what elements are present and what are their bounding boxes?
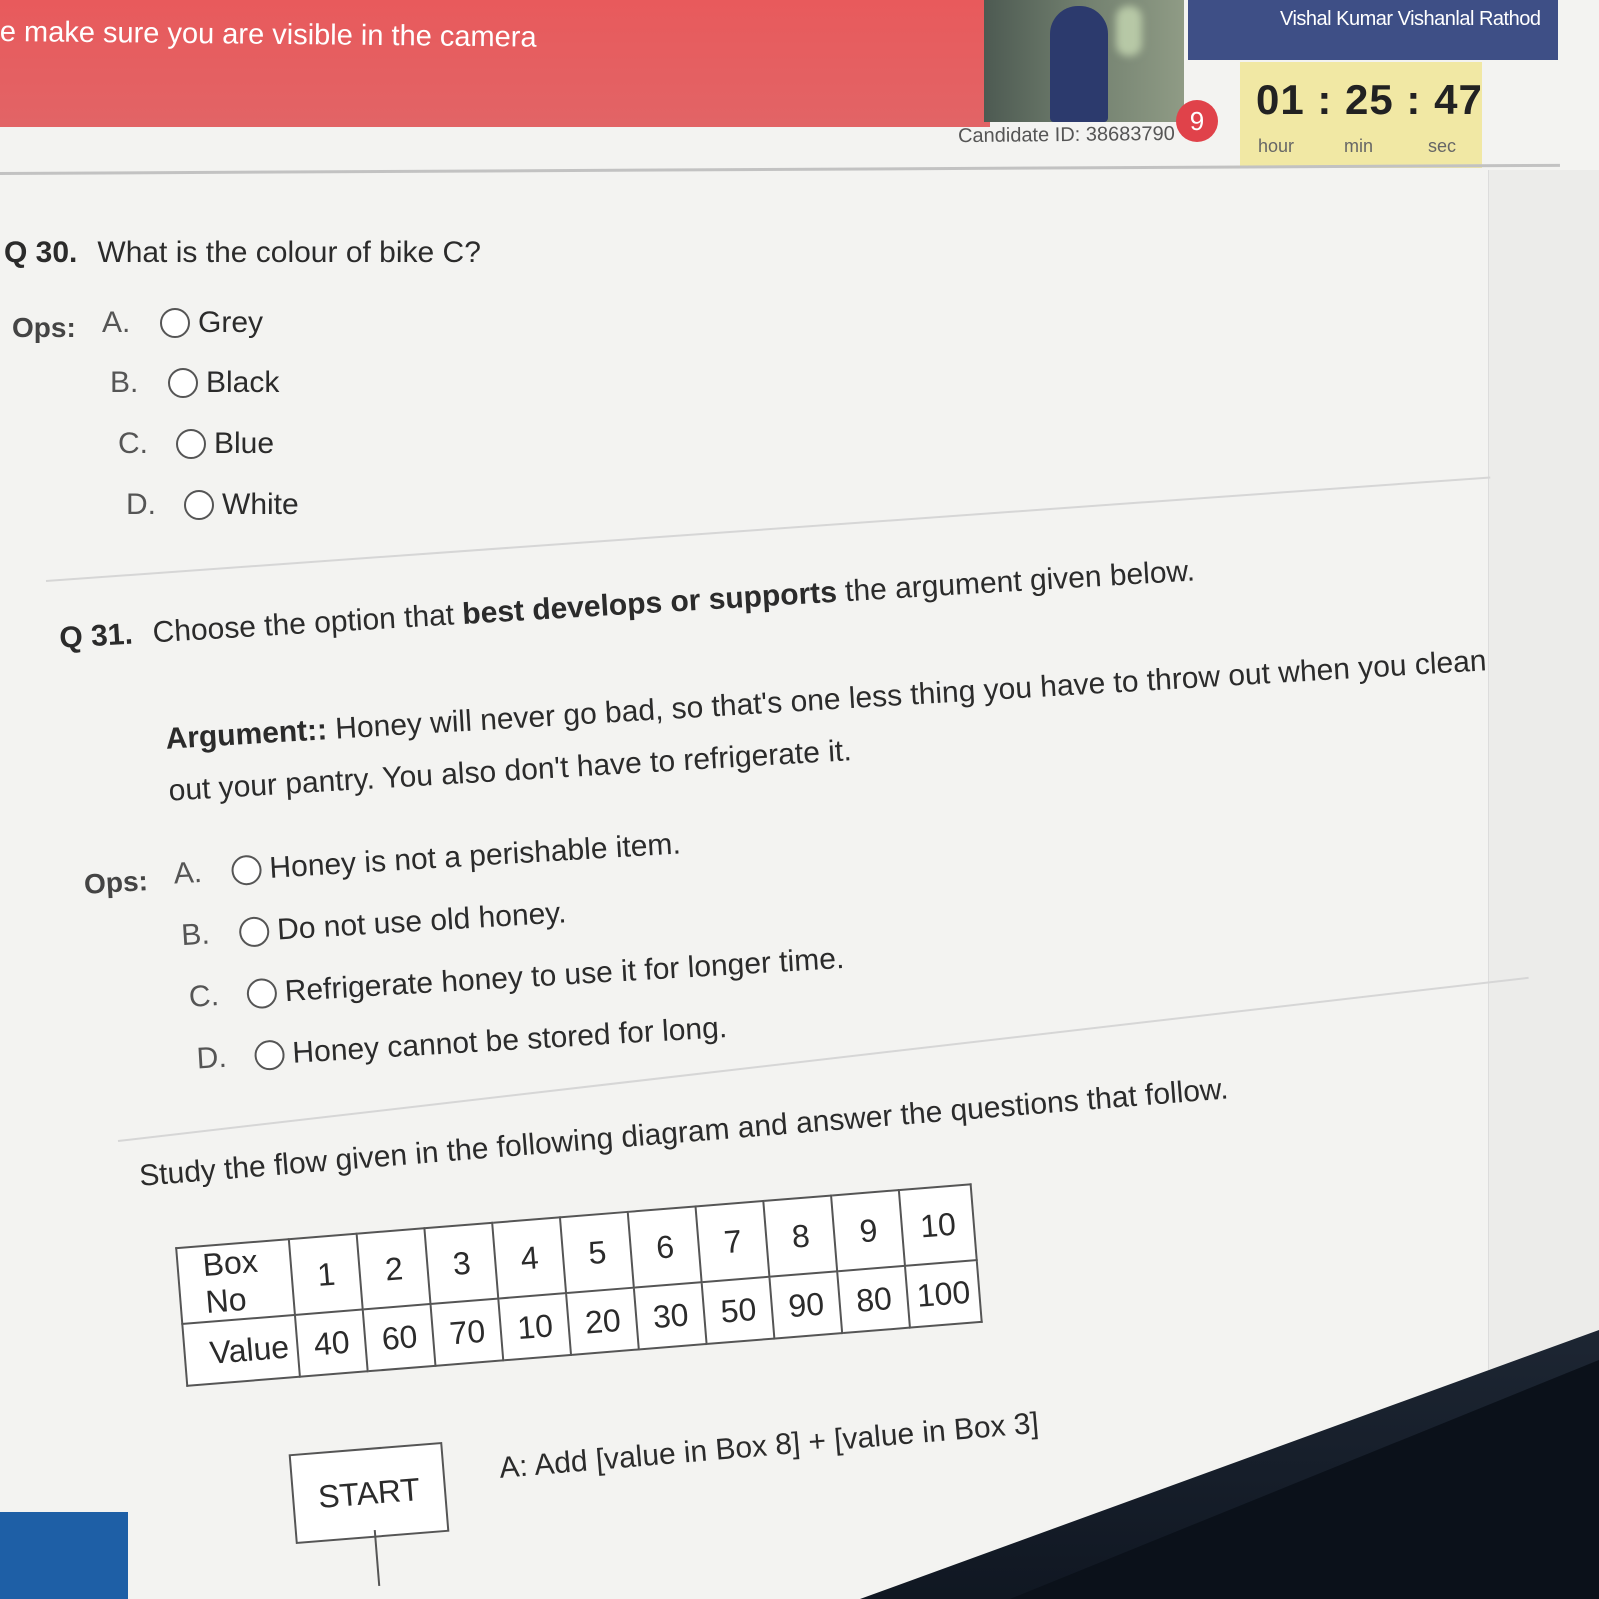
- box-value-cell: 70: [430, 1298, 504, 1366]
- taskbar-corner: [0, 1512, 128, 1599]
- box-number-cell: 1: [289, 1233, 364, 1315]
- q30-option-c[interactable]: C. Blue: [118, 427, 274, 461]
- box-number-cell: 6: [628, 1206, 703, 1288]
- q30-ops-label: Ops:: [12, 312, 76, 343]
- q31-option-b[interactable]: B. Do not use old honey.: [180, 896, 567, 953]
- q31-option-d[interactable]: D. Honey cannot be stored for long.: [196, 1011, 728, 1076]
- q30-option-c-letter: C.: [118, 427, 148, 460]
- q30-option-a-letter: A.: [102, 306, 131, 339]
- box-value-table: Box No 1 2 3 4 5 6 7 8 9 10 Value 40 60 …: [175, 1183, 983, 1387]
- q31-option-d-letter: D.: [195, 1040, 228, 1076]
- q31-ops-label: Ops:: [83, 865, 149, 900]
- q30-option-b-letter: B.: [110, 366, 139, 399]
- question-31-text-bold: best develops or supports: [461, 575, 838, 631]
- box-value-cell: 10: [498, 1293, 572, 1361]
- q31-option-a[interactable]: A. Honey is not a perishable item.: [173, 827, 682, 891]
- q31-option-b-letter: B.: [180, 917, 211, 953]
- question-30-number: Q 30.: [4, 236, 78, 269]
- box-value-cell: 20: [566, 1287, 640, 1355]
- q31-option-a-letter: A.: [172, 855, 203, 891]
- flow-step-a: A: Add [value in Box 8] + [value in Box …: [498, 1406, 1041, 1485]
- box-number-cell: 8: [763, 1195, 838, 1277]
- box-value-cell: 50: [702, 1276, 775, 1344]
- q31-option-a-radio[interactable]: [230, 854, 263, 887]
- q30-option-b-text: Black: [206, 366, 280, 399]
- q31-option-c-radio[interactable]: [246, 977, 278, 1010]
- q30-option-b[interactable]: B. Black: [110, 366, 279, 400]
- question-31-prompt: Q 31. Choose the option that best develop…: [58, 554, 1195, 655]
- box-number-cell: 10: [899, 1184, 977, 1266]
- q31-option-c-letter: C.: [188, 979, 220, 1014]
- q30-option-d-radio[interactable]: [184, 490, 214, 520]
- q30-option-d[interactable]: D. White: [126, 488, 299, 522]
- box-number-cell: 4: [492, 1217, 567, 1299]
- q30-option-d-text: White: [222, 488, 299, 521]
- flow-arrow: [373, 1530, 381, 1586]
- argument-text: Honey will never go bad, so that's one l…: [167, 644, 1488, 808]
- q31-option-c[interactable]: C. Refrigerate honey to use it for longer…: [188, 942, 845, 1015]
- box-number-cell: 2: [357, 1228, 431, 1310]
- flow-instruction: Study the flow given in the following di…: [138, 1072, 1230, 1193]
- value-header: Value: [182, 1314, 301, 1386]
- box-number-cell: 9: [831, 1190, 906, 1272]
- box-number-cell: 5: [560, 1211, 635, 1294]
- box-value-cell: 40: [295, 1309, 369, 1377]
- q30-option-a-text: Grey: [198, 306, 264, 339]
- q30-option-c-text: Blue: [214, 427, 275, 460]
- q30-option-b-radio[interactable]: [168, 368, 198, 398]
- box-no-header: Box No: [176, 1239, 296, 1324]
- question-30-text: What is the colour of bike C?: [97, 236, 481, 269]
- q30-option-a[interactable]: A. Grey: [102, 306, 263, 340]
- question-31-argument: Argument:: Honey will never go bad, so t…: [164, 633, 1528, 817]
- box-value-cell: 60: [363, 1303, 436, 1372]
- question-31-text-before: Choose the option that: [151, 597, 464, 650]
- q31-option-c-text: Refrigerate honey to use it for longer t…: [283, 941, 846, 1009]
- q30-option-c-radio[interactable]: [176, 429, 206, 459]
- box-number-cell: 7: [695, 1200, 770, 1283]
- question-31-number: Q 31.: [58, 617, 134, 655]
- q31-option-b-text: Do not use old honey.: [276, 896, 568, 947]
- q30-option-a-radio[interactable]: [160, 308, 190, 338]
- q31-option-a-text: Honey is not a perishable item.: [268, 827, 682, 885]
- argument-label: Argument::: [164, 713, 328, 756]
- question-31-text-after: the argument given below.: [835, 554, 1196, 609]
- box-value-cell: 100: [905, 1260, 982, 1328]
- box-number-cell: 3: [424, 1222, 499, 1304]
- question-30: Q 30. What is the colour of bike C?: [4, 236, 481, 270]
- q31-option-d-text: Honey cannot be stored for long.: [291, 1011, 728, 1070]
- box-value-cell: 30: [634, 1282, 708, 1350]
- q31-option-b-radio[interactable]: [238, 916, 271, 948]
- q30-option-d-letter: D.: [126, 488, 156, 521]
- q31-option-d-radio[interactable]: [253, 1039, 286, 1072]
- box-value-cell: 90: [769, 1271, 843, 1339]
- flow-start-box: START: [288, 1441, 450, 1545]
- box-value-cell: 80: [837, 1265, 911, 1334]
- question-area: Q 30. What is the colour of bike C? Ops: …: [0, 0, 1599, 1599]
